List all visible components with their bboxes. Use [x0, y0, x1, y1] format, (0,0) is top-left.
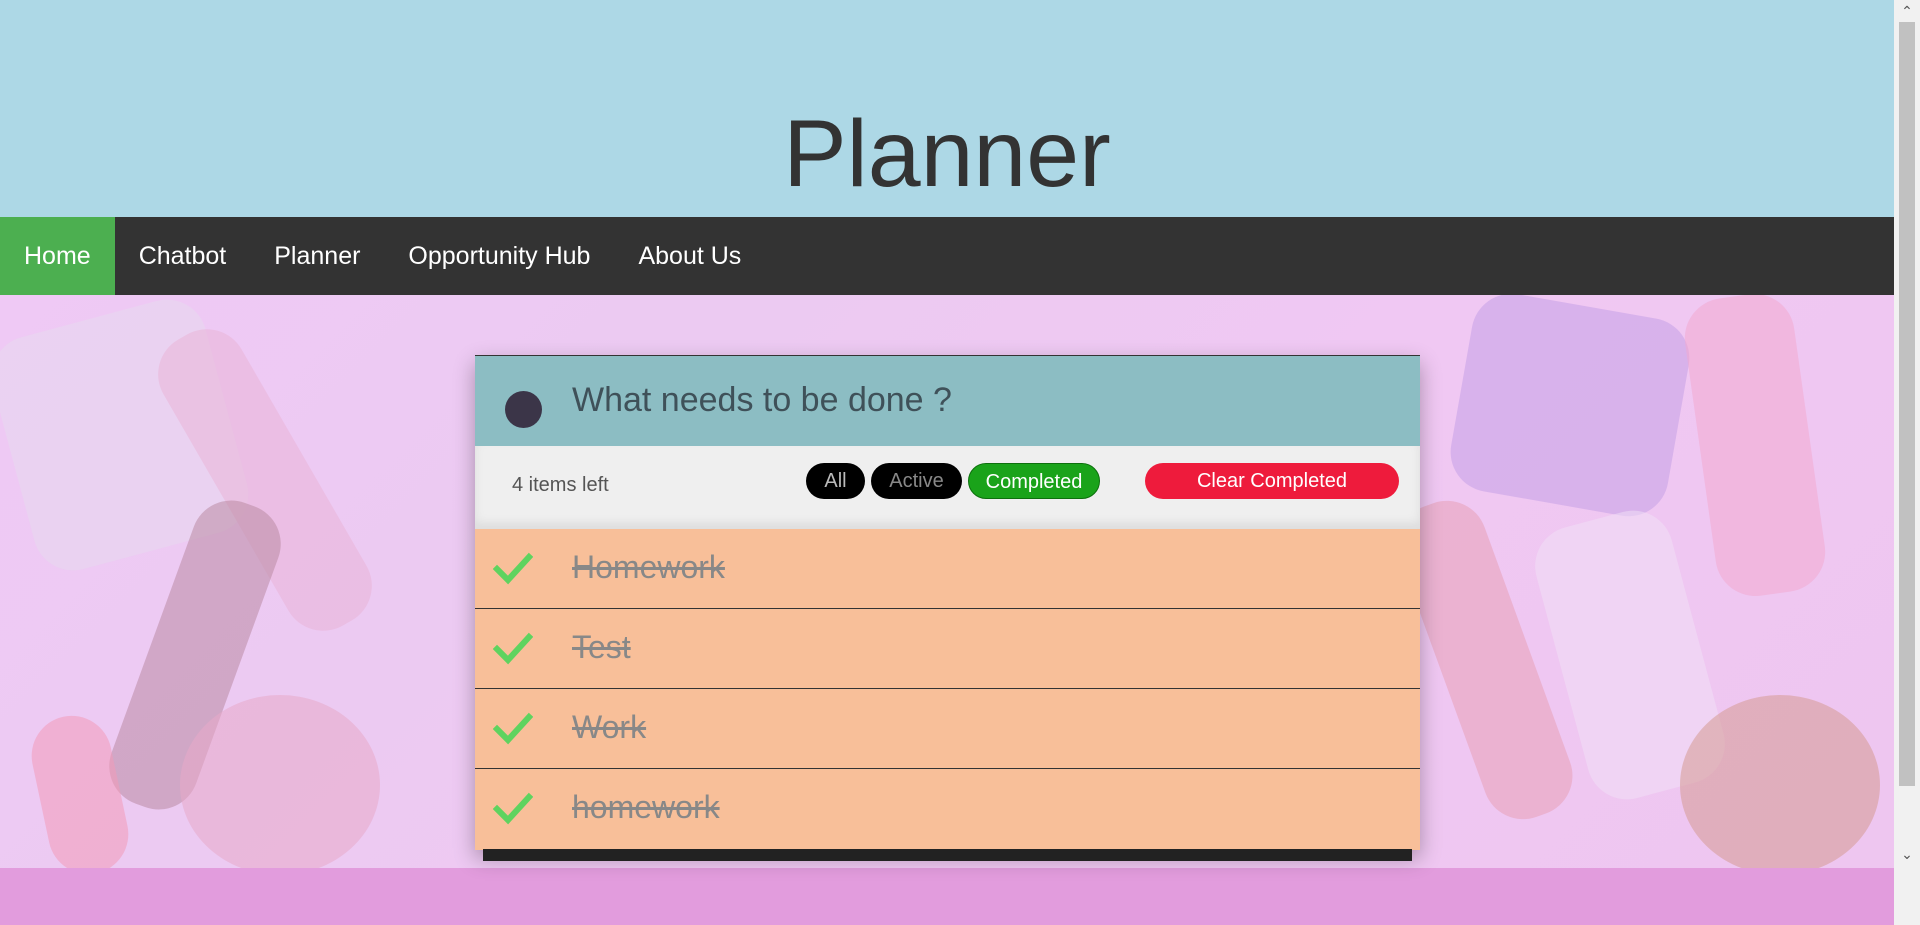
todo-item: Test [475, 609, 1420, 689]
vertical-scrollbar[interactable]: ⌃ ⌄ [1894, 0, 1920, 925]
todo-item-text[interactable]: Test [572, 629, 631, 666]
todo-item: homework [475, 769, 1420, 850]
scrollbar-thumb[interactable] [1899, 22, 1915, 786]
page-title: Planner [783, 101, 1111, 207]
nav-item-about-us[interactable]: About Us [614, 217, 765, 295]
filter-bar: 4 items left All Active Completed Clear … [475, 446, 1420, 529]
scroll-down-icon[interactable]: ⌄ [1894, 843, 1920, 865]
todo-item: Work [475, 689, 1420, 769]
filter-all-button[interactable]: All [806, 463, 865, 499]
nav-bar: Home Chatbot Planner Opportunity Hub Abo… [0, 217, 1894, 295]
clear-completed-button[interactable]: Clear Completed [1145, 463, 1399, 499]
checkmark-icon[interactable] [493, 791, 533, 827]
nav-item-opportunity-hub[interactable]: Opportunity Hub [384, 217, 614, 295]
checkmark-icon[interactable] [493, 711, 533, 747]
todo-input-row [475, 355, 1420, 446]
filter-active-button[interactable]: Active [871, 463, 962, 499]
checkmark-icon[interactable] [493, 551, 533, 587]
todo-item-text[interactable]: Homework [572, 549, 725, 586]
leg-shape [1679, 295, 1831, 602]
scroll-up-icon[interactable]: ⌃ [1894, 0, 1920, 22]
todo-list: Homework Test Work homework [475, 529, 1420, 850]
card-shadow-edge [483, 849, 1412, 861]
page-header: Planner [0, 0, 1894, 217]
todo-card: 4 items left All Active Completed Clear … [475, 355, 1420, 861]
checkmark-icon[interactable] [493, 631, 533, 667]
nav-item-planner[interactable]: Planner [250, 217, 384, 295]
head-shape [180, 695, 380, 868]
nav-item-chatbot[interactable]: Chatbot [115, 217, 251, 295]
filter-completed-button[interactable]: Completed [968, 463, 1100, 499]
items-left-count: 4 items left [512, 474, 609, 496]
figure-shape [1444, 295, 1696, 523]
head-shape [1680, 695, 1880, 868]
nav-item-home[interactable]: Home [0, 217, 115, 295]
todo-item-text[interactable]: homework [572, 789, 720, 826]
new-todo-input[interactable] [572, 378, 1392, 422]
todo-item: Homework [475, 529, 1420, 609]
page-footer [0, 868, 1894, 925]
todo-item-text[interactable]: Work [572, 709, 646, 746]
toggle-all-button[interactable] [505, 391, 542, 428]
